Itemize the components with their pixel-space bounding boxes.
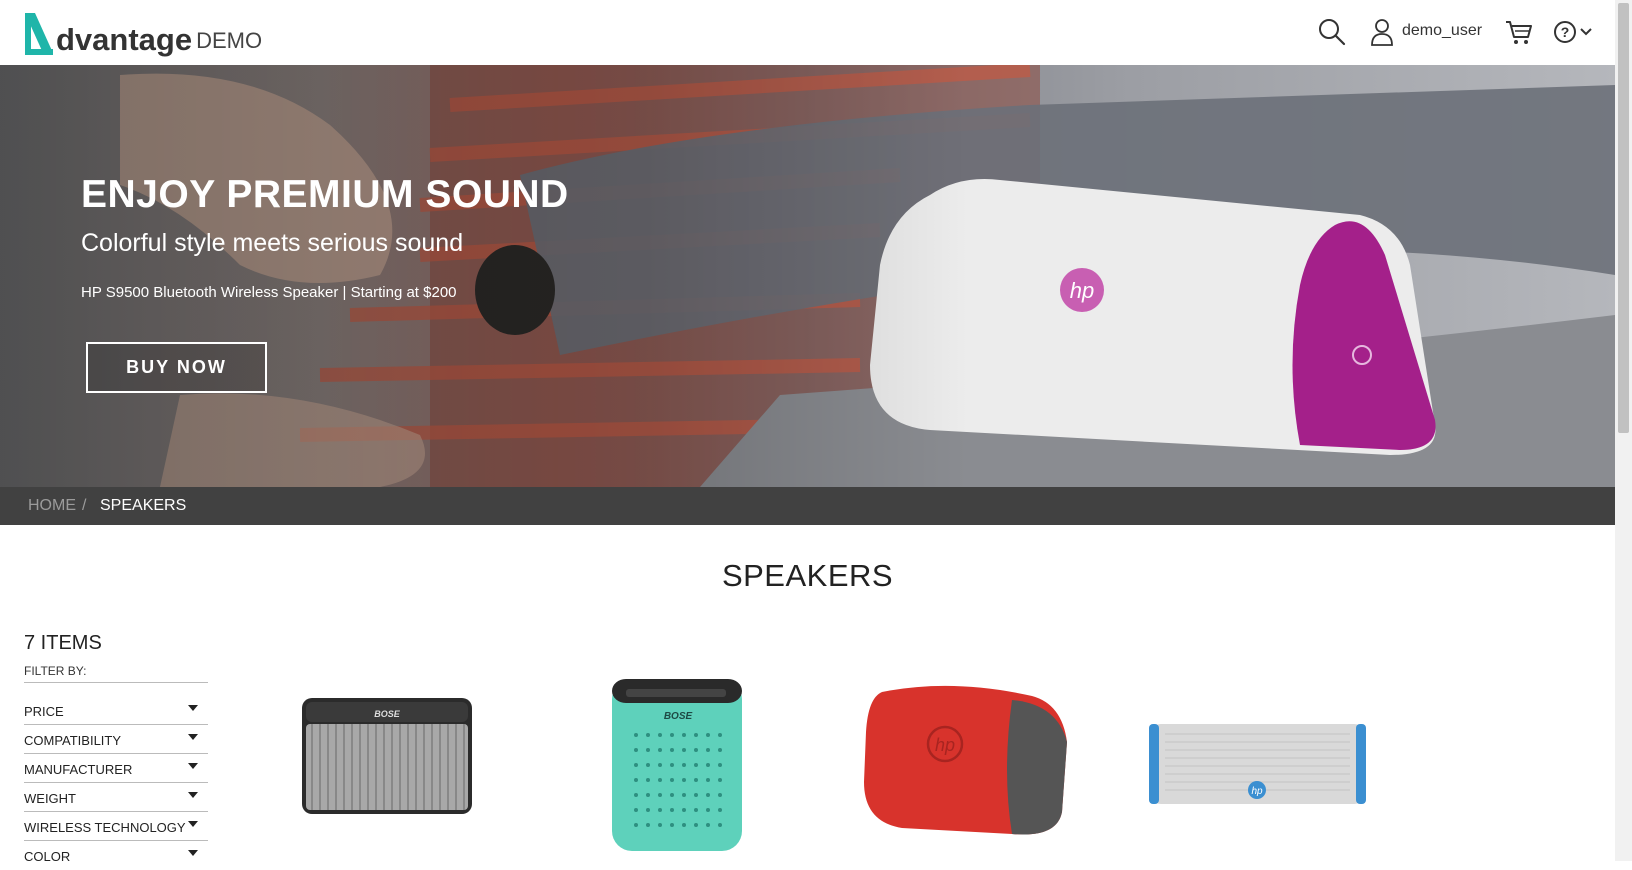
chevron-down-icon <box>188 734 198 740</box>
filter-label: COLOR <box>24 849 71 864</box>
filter-color[interactable]: COLOR <box>24 842 208 870</box>
breadcrumb-current: SPEAKERS <box>100 497 187 514</box>
page-scrollbar[interactable] <box>1615 0 1632 861</box>
logo-wordmark: dvantage <box>56 22 193 57</box>
filter-wireless-technology[interactable]: WIRELESS TECHNOLOGY <box>24 813 208 841</box>
filter-divider <box>24 682 208 683</box>
product-image-bose-soundlink-color[interactable]: BOSE <box>606 675 746 855</box>
product-image-bose-soundlink-iii[interactable]: BOSE <box>298 692 478 822</box>
help-menu-icon[interactable]: ? <box>1552 18 1594 46</box>
hero-overlay <box>0 65 1615 487</box>
product-image-hp-roar-mini[interactable]: hp <box>862 682 1072 842</box>
buy-now-button[interactable]: BUY NOW <box>86 342 267 393</box>
product-brand-label: hp <box>935 735 955 755</box>
filter-label: PRICE <box>24 704 64 719</box>
breadcrumb-separator: / <box>82 497 87 514</box>
filter-manufacturer[interactable]: MANUFACTURER <box>24 755 208 783</box>
breadcrumb-home-link[interactable]: HOME <box>28 497 76 515</box>
svg-text:?: ? <box>1561 24 1570 40</box>
filter-label: WEIGHT <box>24 791 76 806</box>
advantage-logo-icon <box>25 13 53 55</box>
filter-label: COMPATIBILITY <box>24 733 122 748</box>
advantage-logo[interactable]: dvantage DEMO <box>23 8 262 56</box>
page-title: SPEAKERS <box>721 558 894 593</box>
chevron-down-icon <box>188 705 198 711</box>
hero-subtitle: Colorful style meets serious sound <box>81 229 464 257</box>
chevron-down-icon <box>188 792 198 798</box>
filter-compatibility[interactable]: COMPATIBILITY <box>24 726 208 754</box>
search-icon[interactable] <box>1318 18 1346 46</box>
cart-icon[interactable] <box>1505 18 1533 46</box>
product-brand-label: BOSE <box>664 711 693 722</box>
logo-demo-label: DEMO <box>196 28 263 53</box>
hero-description: HP S9500 Bluetooth Wireless Speaker | St… <box>81 284 457 301</box>
product-brand-label: hp <box>1251 786 1263 797</box>
filter-by-label: FILTER BY: <box>24 664 87 678</box>
top-header: dvantage DEMO demo_user ? <box>0 0 1615 65</box>
items-count: 7 ITEMS <box>24 632 102 654</box>
filter-weight[interactable]: WEIGHT <box>24 784 208 812</box>
hero-banner: hp ENJOY PREMIUM SOUND Colorful style me… <box>0 65 1615 487</box>
chevron-down-icon <box>188 821 198 827</box>
chevron-down-icon <box>188 850 198 856</box>
filter-label: MANUFACTURER <box>24 762 133 777</box>
chevron-down-icon <box>188 763 198 769</box>
product-image-hp-roar-wireless[interactable]: hp <box>1145 720 1370 810</box>
username-label[interactable]: demo_user <box>1402 22 1482 40</box>
hero-title: ENJOY PREMIUM SOUND <box>81 173 569 216</box>
product-brand-label: BOSE <box>374 709 401 719</box>
breadcrumb: HOME / SPEAKERS <box>0 487 1615 525</box>
filter-label: WIRELESS TECHNOLOGY <box>24 820 186 835</box>
scrollbar-thumb[interactable] <box>1618 3 1629 433</box>
user-icon[interactable] <box>1370 18 1394 46</box>
filter-price[interactable]: PRICE <box>24 697 208 725</box>
